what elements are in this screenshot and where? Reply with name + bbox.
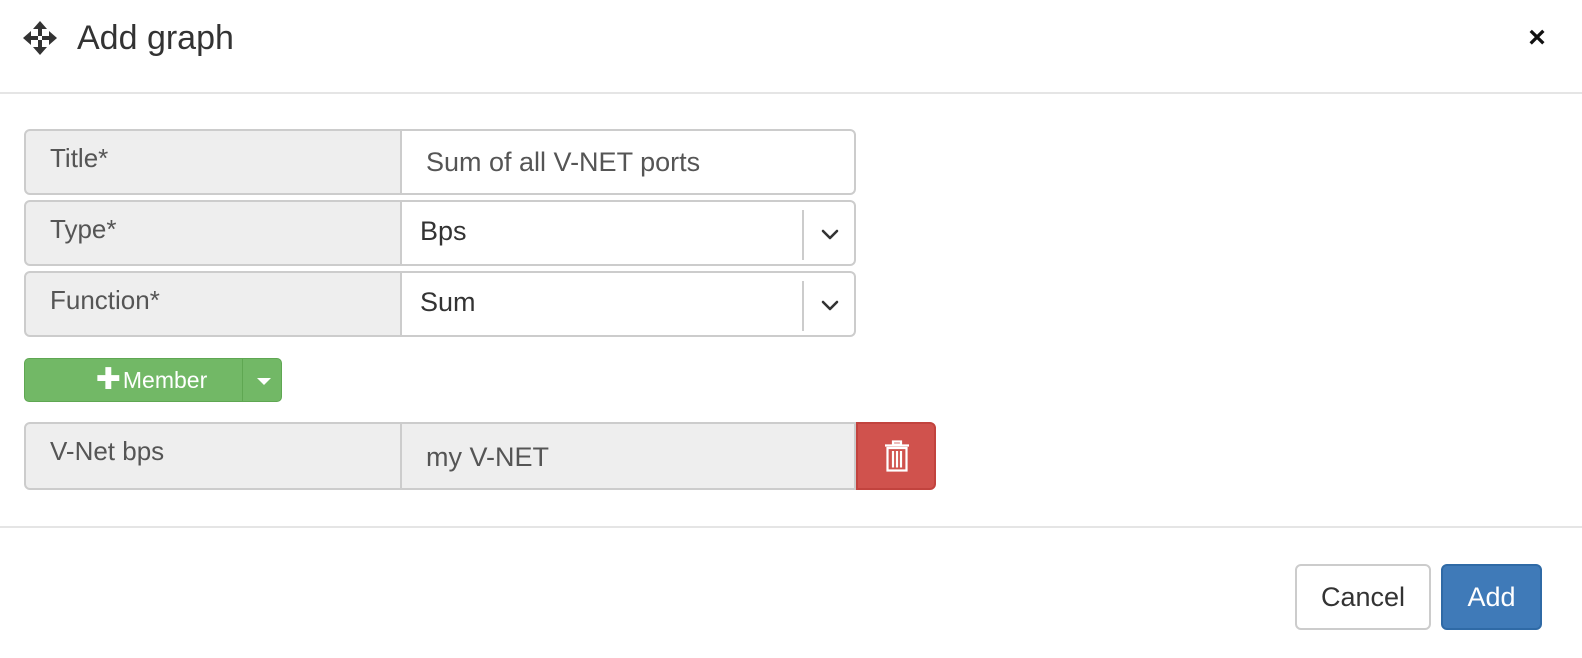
add-member-button-group: ✚ Member — [24, 358, 282, 402]
member-row: V-Net bps my V-NET — [24, 422, 936, 490]
dialog-footer: Cancel Add — [0, 526, 1582, 658]
chevron-down-icon — [821, 229, 839, 240]
add-member-button[interactable]: ✚ Member — [24, 358, 242, 402]
dialog-title: Add graph — [77, 19, 234, 57]
title-input[interactable] — [402, 129, 856, 195]
type-selected-value: Bps — [420, 216, 467, 246]
title-label: Title* — [24, 129, 402, 195]
member-dropdown-toggle[interactable] — [242, 358, 282, 402]
function-selected-value: Sum — [420, 287, 476, 317]
type-field-row: Type* Bps — [24, 200, 856, 266]
select-divider — [802, 210, 804, 260]
function-field-row: Function* Sum — [24, 271, 856, 337]
type-label: Type* — [24, 200, 402, 266]
plus-icon: ✚ — [95, 363, 121, 396]
add-member-label: Member — [122, 366, 208, 393]
type-select[interactable]: Bps — [402, 200, 856, 266]
function-select[interactable]: Sum — [402, 271, 856, 337]
cancel-button[interactable]: Cancel — [1295, 564, 1431, 630]
title-field-row: Title* — [24, 129, 856, 195]
add-graph-dialog: Add graph × Title* Type* Bps Function* S… — [0, 0, 1582, 658]
chevron-down-icon — [821, 300, 839, 311]
close-button[interactable]: × — [1522, 22, 1552, 56]
dialog-header: Add graph × — [0, 0, 1582, 94]
delete-member-button[interactable] — [856, 422, 936, 490]
move-icon[interactable] — [22, 20, 58, 56]
select-divider — [802, 281, 804, 331]
trash-icon — [885, 440, 909, 472]
function-label: Function* — [24, 271, 402, 337]
add-button[interactable]: Add — [1441, 564, 1542, 630]
member-value: my V-NET — [402, 422, 856, 490]
member-label: V-Net bps — [24, 422, 402, 490]
